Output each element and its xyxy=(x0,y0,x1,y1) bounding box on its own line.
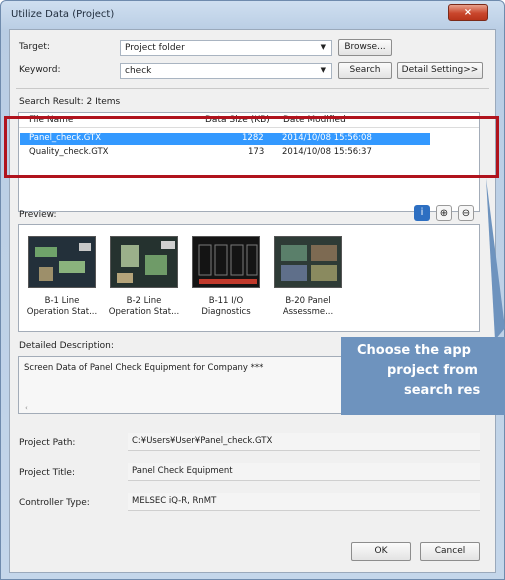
dialog-body: Target: Project folder ▼ Browse... Keywo… xyxy=(4,29,499,573)
utilize-data-dialog: Utilize Data (Project) × Target: Project… xyxy=(0,0,505,580)
thumbnail-caption: B-2 Line Operation Stat... xyxy=(104,296,184,318)
panel-assessment-screen-icon xyxy=(275,237,341,287)
search-result-title: Search Result: 2 Items xyxy=(19,97,121,107)
preview-title: Preview: xyxy=(19,210,57,220)
cancel-button[interactable]: Cancel xyxy=(420,542,480,561)
caption-line: B-11 I/O xyxy=(208,296,244,306)
close-button[interactable]: × xyxy=(448,4,488,21)
caption-line: Operation Stat... xyxy=(108,307,180,317)
search-button[interactable]: Search xyxy=(338,62,392,79)
keyword-label: Keyword: xyxy=(19,65,61,75)
caption-line: B-1 Line xyxy=(44,296,80,306)
instruction-callout: Choose the app project from search res xyxy=(341,337,505,415)
project-path-label: Project Path: xyxy=(19,438,76,448)
project-title-value: Panel Check Equipment xyxy=(128,463,480,481)
thumbnail-b11[interactable] xyxy=(192,236,260,288)
detail-setting-button[interactable]: Detail Setting>> xyxy=(397,62,483,79)
info-icon[interactable]: i xyxy=(414,205,430,221)
ok-button[interactable]: OK xyxy=(351,542,411,561)
project-path-value: C:¥Users¥User¥Panel_check.GTX xyxy=(128,433,480,451)
browse-button[interactable]: Browse... xyxy=(338,39,392,56)
thumbnail-b2[interactable] xyxy=(110,236,178,288)
keyword-value: check xyxy=(125,66,152,76)
description-title: Detailed Description: xyxy=(19,341,114,351)
caption-line: Operation Stat... xyxy=(26,307,98,317)
thumbnail-b1[interactable] xyxy=(28,236,96,288)
target-value: Project folder xyxy=(125,43,185,53)
keyword-input[interactable]: check ▼ xyxy=(120,63,332,79)
highlight-box xyxy=(4,116,499,178)
caption-line: B-20 Panel xyxy=(285,296,331,306)
controller-type-label: Controller Type: xyxy=(19,498,90,508)
callout-line-2: project from xyxy=(387,363,478,378)
zoom-out-icon[interactable]: ⊖ xyxy=(458,205,474,221)
zoom-in-icon[interactable]: ⊕ xyxy=(436,205,452,221)
controller-type-value: MELSEC iQ-R, RnMT xyxy=(128,493,480,511)
thumbnail-caption: B-20 Panel Assessme... xyxy=(268,296,348,318)
callout-line-1: Choose the app xyxy=(357,343,471,358)
chevron-down-icon: ▼ xyxy=(320,66,326,74)
callout-pointer xyxy=(486,178,505,340)
thumbnail-caption: B-11 I/O Diagnostics xyxy=(186,296,266,318)
io-diagnostics-screen-icon xyxy=(193,237,259,287)
caption-line: Diagnostics xyxy=(201,307,251,317)
callout-line-3: search res xyxy=(404,383,481,398)
thumbnail-caption: B-1 Line Operation Stat... xyxy=(22,296,102,318)
caption-line: Assessme... xyxy=(282,307,334,317)
description-text: Screen Data of Panel Check Equipment for… xyxy=(24,363,264,373)
chevron-down-icon: ▼ xyxy=(320,43,326,51)
line-operation-screen-icon xyxy=(29,237,95,287)
target-select[interactable]: Project folder ▼ xyxy=(120,40,332,56)
title-bar: Utilize Data (Project) × xyxy=(1,1,504,29)
project-title-label: Project Title: xyxy=(19,468,75,478)
window-title: Utilize Data (Project) xyxy=(11,9,115,20)
caption-line: B-2 Line xyxy=(126,296,162,306)
line-operation-screen-icon xyxy=(111,237,177,287)
thumbnail-b20[interactable] xyxy=(274,236,342,288)
divider xyxy=(16,88,489,89)
target-label: Target: xyxy=(19,42,50,52)
scroll-left-icon[interactable]: ‹ xyxy=(25,404,28,412)
